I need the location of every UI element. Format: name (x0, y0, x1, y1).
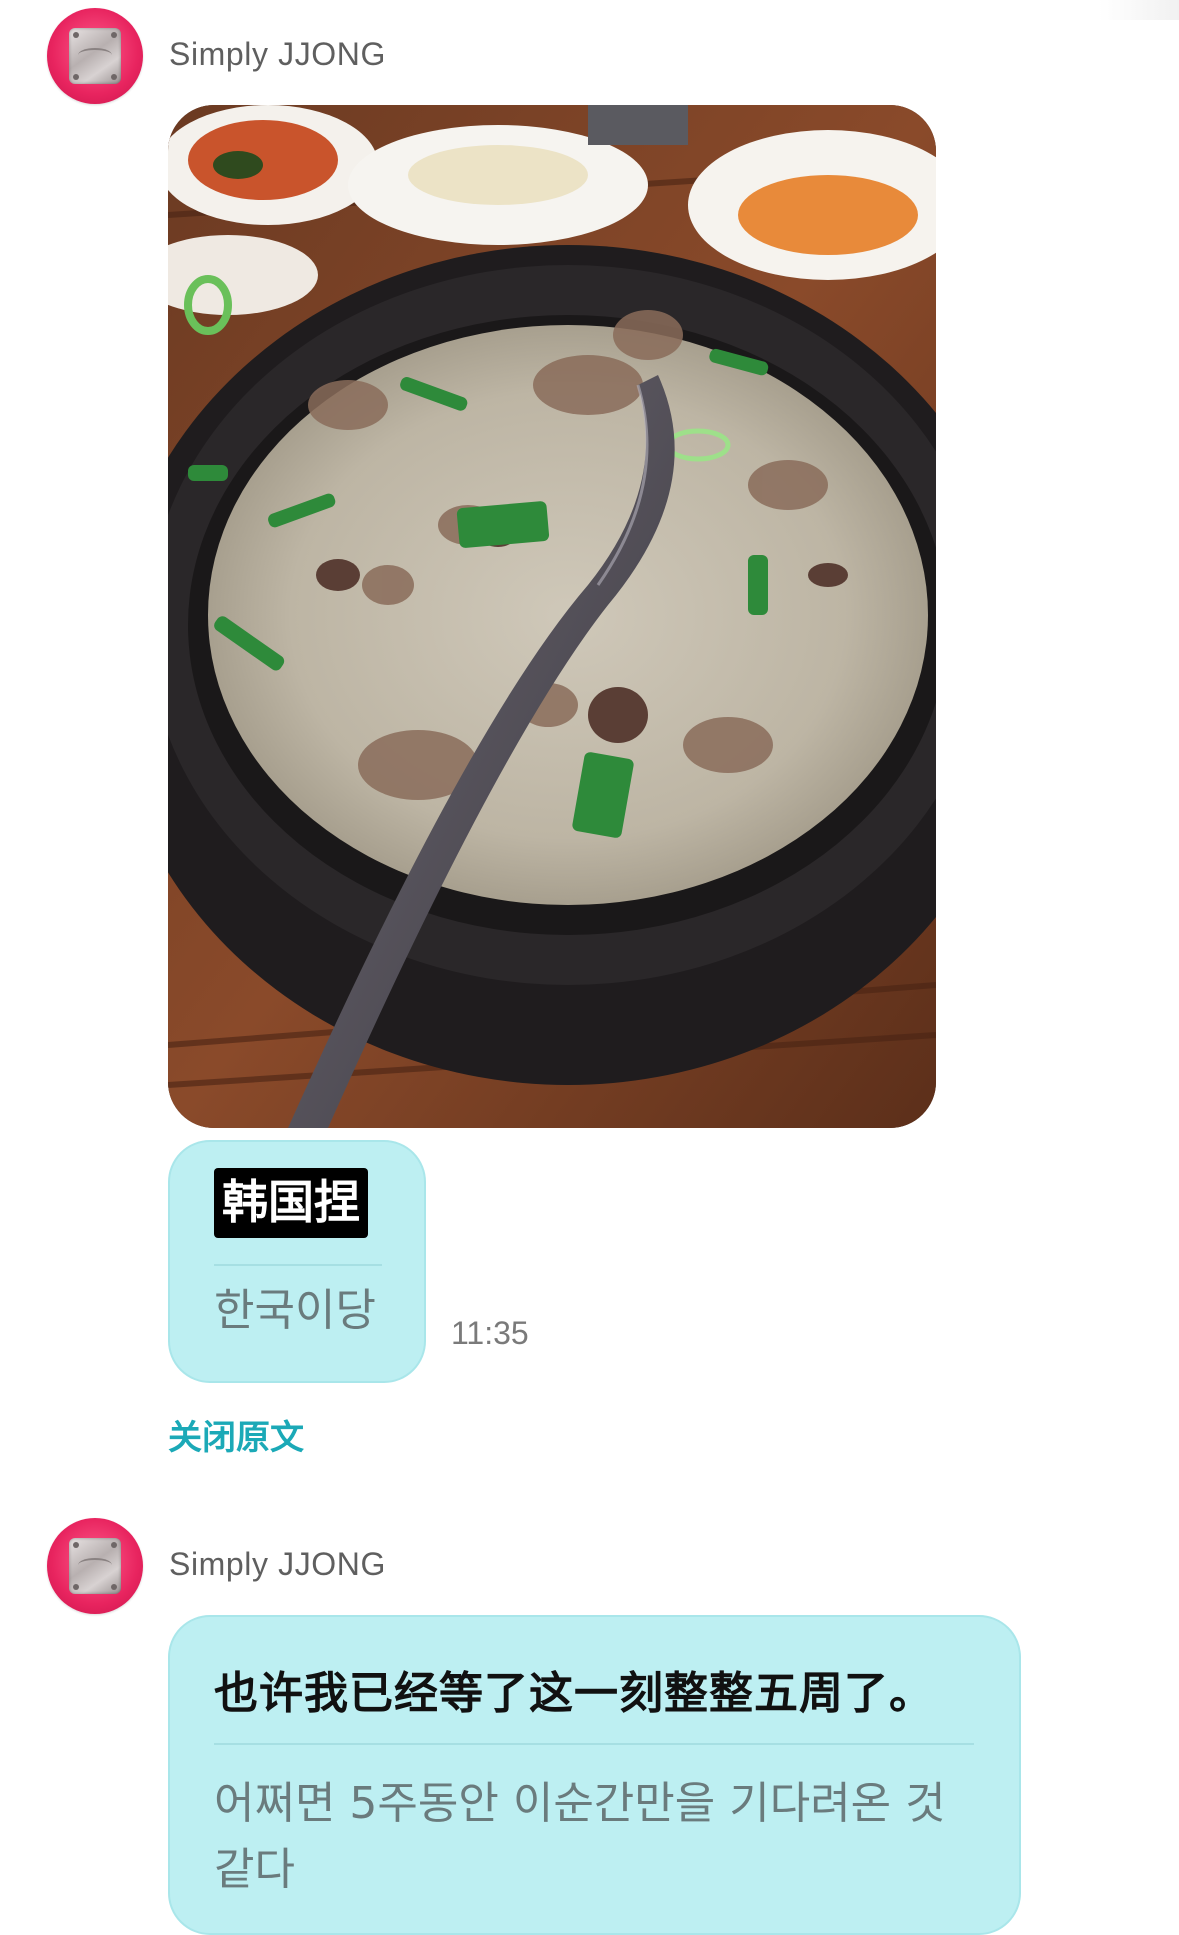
message-bubble[interactable]: 也许我已经等了这一刻整整五周了。 어쩌면 5주동안 이순간만을 기다려온 것 같… (168, 1615, 1021, 1935)
divider (214, 1743, 974, 1745)
avatar[interactable] (47, 8, 143, 104)
avatar[interactable] (47, 1518, 143, 1614)
close-original-link[interactable]: 关闭原文 (168, 1410, 304, 1459)
sender-name[interactable]: Simply JJONG (169, 36, 386, 73)
divider (214, 1264, 382, 1266)
avatar-image (69, 1538, 121, 1594)
soup-photo-icon (168, 105, 936, 1128)
sender-name[interactable]: Simply JJONG (169, 1546, 386, 1583)
original-text: 也许我已经等了这一刻整整五周了。 (214, 1668, 934, 1719)
message-bubble[interactable]: 韩国捏 한국이당 (168, 1140, 426, 1383)
food-photo[interactable] (168, 105, 936, 1128)
original-text: 韩国捏 (214, 1168, 368, 1238)
translated-text: 어쩌면 5주동안 이순간만을 기다려온 것 같다 (214, 1778, 946, 1895)
top-right-shadow (1099, 0, 1179, 20)
translated-text: 한국이당 (214, 1285, 376, 1336)
avatar-image (69, 28, 121, 84)
message-time: 11:35 (451, 1315, 529, 1351)
